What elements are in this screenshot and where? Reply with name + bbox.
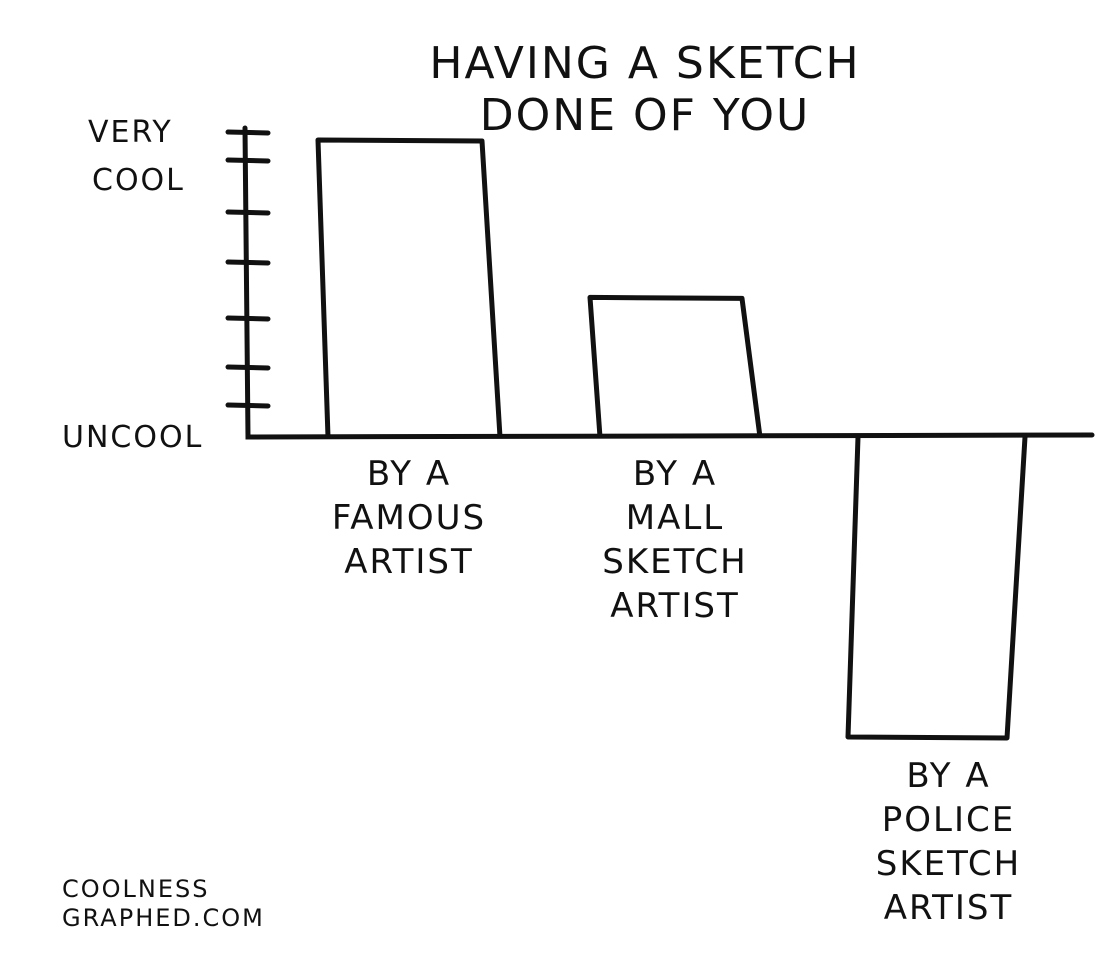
category-label-0-1: FAMOUS	[332, 498, 486, 538]
y-label-uncool: UNCOOL	[62, 420, 203, 455]
chart-title-line-2: DONE OF YOU	[480, 90, 810, 141]
category-label-2-1: POLICE	[882, 800, 1015, 840]
category-label-2-3: ARTIST	[884, 888, 1014, 928]
watermark-line-1: COOLNESS	[62, 875, 210, 903]
category-labels: BY AFAMOUSARTISTBY AMALLSKETCHARTISTBY A…	[332, 454, 1021, 928]
bar-1	[587, 294, 763, 438]
category-label-2-0: BY A	[906, 756, 990, 796]
y-tick-1	[225, 157, 271, 164]
y-tick-3	[225, 259, 271, 266]
category-label-0-2: ARTIST	[344, 542, 474, 582]
category-label-1-0: BY A	[633, 454, 717, 494]
bar-2	[845, 436, 1028, 741]
category-label-1-3: ARTIST	[610, 586, 740, 626]
bar-0	[315, 137, 503, 438]
y-tick-2	[225, 209, 271, 216]
y-tick-4	[225, 315, 271, 322]
chart-title-line-1: HAVING A SKETCH	[429, 38, 860, 89]
axis-lines	[242, 125, 1095, 440]
y-tick-0	[225, 129, 271, 136]
category-label-1-1: MALL	[626, 498, 724, 538]
y-tick-5	[225, 364, 271, 371]
chart: HAVING A SKETCH DONE OF YOU VERY COOL UN…	[62, 38, 1095, 932]
y-tick-6	[225, 402, 271, 409]
category-label-0-0: BY A	[367, 454, 451, 494]
axes	[225, 125, 1095, 440]
category-label-1-2: SKETCH	[602, 542, 747, 582]
watermark-line-2: GRAPHED.COM	[62, 904, 265, 932]
category-label-2-2: SKETCH	[876, 844, 1021, 884]
y-label-very: VERY	[88, 115, 173, 150]
y-label-cool: COOL	[92, 163, 185, 198]
